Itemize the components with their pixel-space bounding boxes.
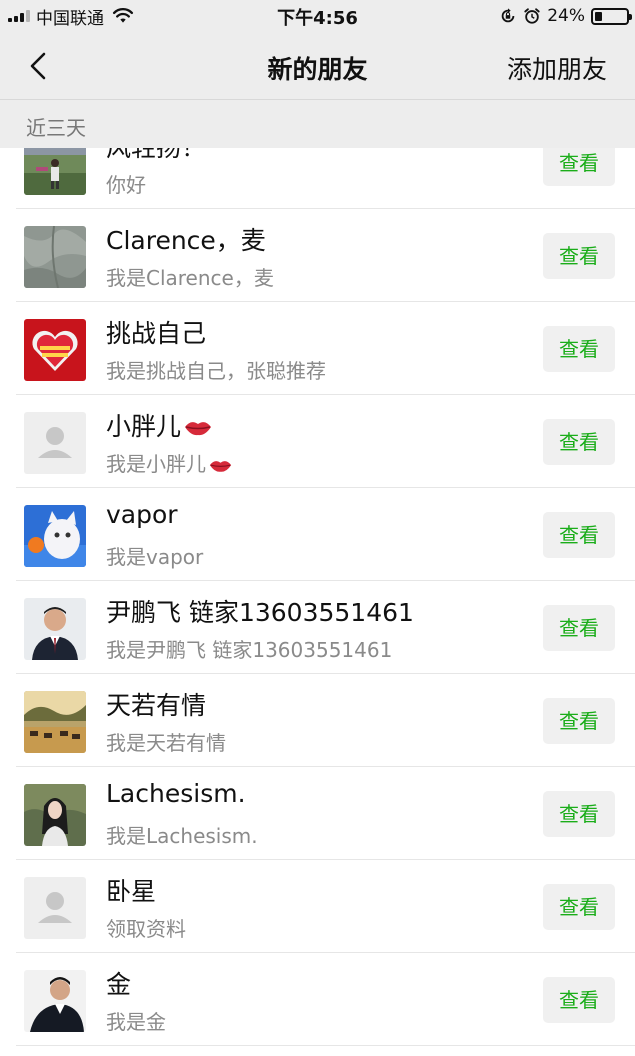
avatar — [24, 148, 86, 195]
avatar — [24, 598, 86, 660]
view-button[interactable]: 查看 — [543, 233, 615, 279]
list-item[interactable]: vapor 我是vapor 查看 — [0, 488, 635, 581]
section-label: 近三天 — [26, 116, 86, 140]
avatar — [24, 505, 86, 567]
list-item[interactable]: 金 我是金 查看 — [0, 953, 635, 1046]
contact-name: 尹鹏飞 链家13603551461 — [106, 598, 414, 627]
request-message: 我是金 — [106, 1010, 166, 1034]
request-message: 我是Lachesism. — [106, 824, 258, 848]
kiss-emoji-icon — [209, 460, 232, 472]
view-button[interactable]: 查看 — [543, 419, 615, 465]
avatar — [24, 784, 86, 846]
avatar — [24, 970, 86, 1032]
nav-bar: 新的朋友 添加朋友 — [0, 32, 635, 100]
status-bar: 中国联通 下午4:56 24% — [0, 0, 635, 32]
avatar — [24, 319, 86, 381]
contact-name-text: 小胖儿 — [106, 412, 182, 441]
list-item[interactable]: 卧星 领取资料 查看 — [0, 860, 635, 953]
view-button[interactable]: 查看 — [543, 512, 615, 558]
request-message: 我是挑战自己，张聪推荐 — [106, 359, 326, 383]
divider — [16, 1045, 635, 1046]
contact-name: 小胖儿 — [106, 407, 213, 443]
section-header: 近三天 — [0, 100, 635, 148]
contact-name: 金 — [106, 970, 132, 999]
list-item[interactable]: 小胖儿 我是小胖儿 查看 — [0, 395, 635, 488]
list-item[interactable]: Clarence，麦 我是Clarence，麦 查看 — [0, 209, 635, 302]
view-button[interactable]: 查看 — [543, 605, 615, 651]
kiss-emoji-icon — [185, 422, 212, 436]
request-message: 你好 — [106, 173, 146, 197]
avatar — [24, 226, 86, 288]
contact-name: Clarence，麦 — [106, 226, 266, 255]
list-item[interactable]: 尹鹏飞 链家13603551461 我是尹鹏飞 链家13603551461 查看 — [0, 581, 635, 674]
battery-percent: 24% — [547, 6, 585, 26]
contact-name: 天若有情 — [106, 691, 207, 720]
contact-name: 卧星 — [106, 877, 157, 906]
request-message: 我是小胖儿 — [106, 448, 233, 477]
request-message: 我是天若有情 — [106, 731, 226, 755]
list-item[interactable]: 挑战自己 我是挑战自己，张聪推荐 查看 — [0, 302, 635, 395]
avatar — [24, 691, 86, 753]
view-button[interactable]: 查看 — [543, 791, 615, 837]
request-message: 领取资料 — [106, 917, 186, 941]
alarm-icon — [524, 8, 540, 24]
view-button[interactable]: 查看 — [543, 326, 615, 372]
request-message: 我是vapor — [106, 545, 204, 569]
contact-name: Lachesism. — [106, 779, 246, 808]
view-button[interactable]: 查看 — [543, 698, 615, 744]
default-avatar — [24, 412, 86, 474]
request-message: 我是尹鹏飞 链家13603551461 — [106, 638, 393, 662]
contact-name: vapor — [106, 500, 178, 529]
contact-name: 挑战自己 — [106, 319, 207, 348]
view-button[interactable]: 查看 — [543, 148, 615, 186]
list-item[interactable]: 风轻扬！ 你好 查看 — [0, 148, 635, 209]
friend-request-list: 风轻扬！ 你好 查看 Clarence，麦 我是Clarence，麦 查看 挑战… — [0, 148, 635, 1056]
request-message-text: 我是小胖儿 — [106, 452, 206, 476]
status-right: 24% — [499, 5, 632, 27]
add-friend-button[interactable]: 添加朋友 — [507, 50, 607, 86]
view-button[interactable]: 查看 — [543, 977, 615, 1023]
request-message: 我是Clarence，麦 — [106, 266, 274, 290]
default-avatar — [24, 877, 86, 939]
view-button[interactable]: 查看 — [543, 884, 615, 930]
contact-name: 风轻扬！ — [106, 148, 206, 164]
list-item[interactable]: 天若有情 我是天若有情 查看 — [0, 674, 635, 767]
list-item[interactable]: Lachesism. 我是Lachesism. 查看 — [0, 767, 635, 860]
battery-icon — [591, 7, 632, 25]
orientation-lock-icon — [501, 8, 515, 23]
